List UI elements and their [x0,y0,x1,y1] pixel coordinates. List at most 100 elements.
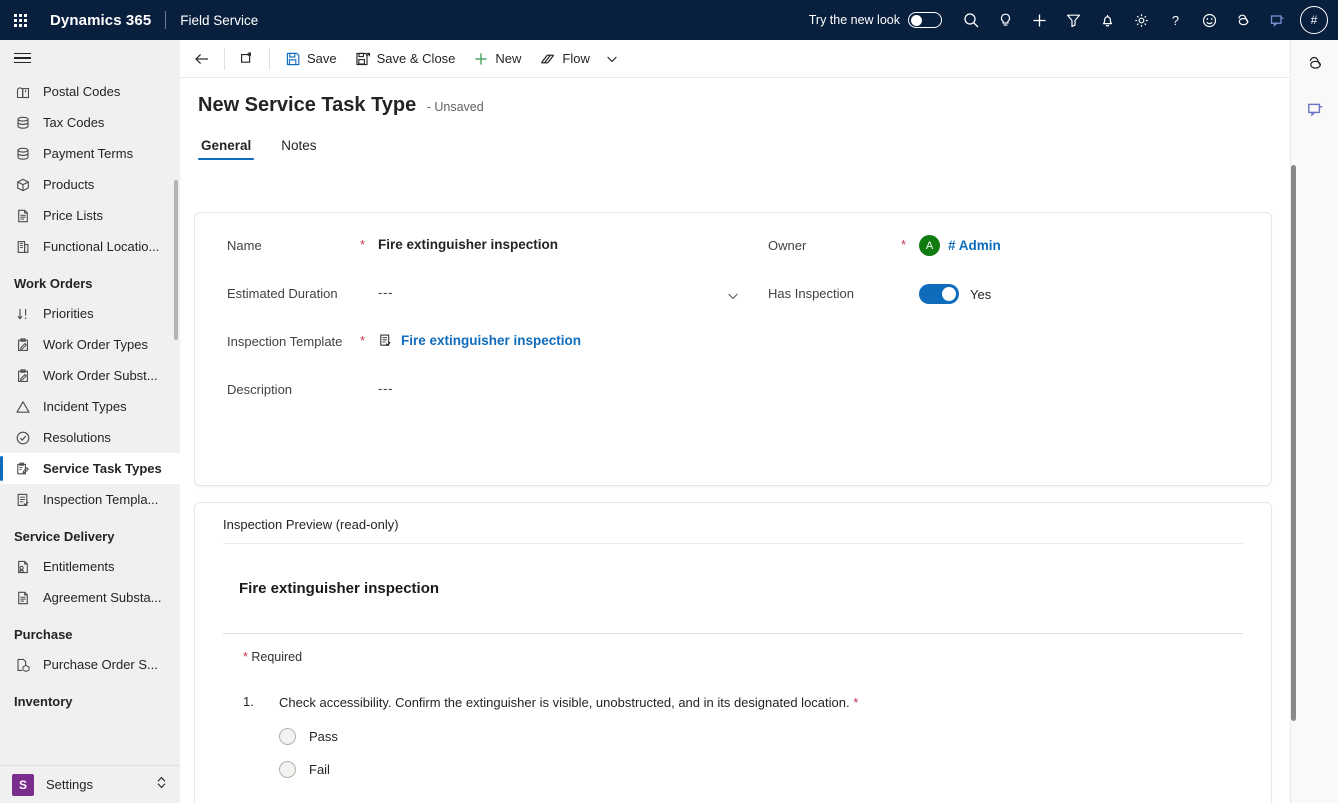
required-indicator: * [901,237,907,252]
owner-name: # Admin [948,238,1001,253]
user-avatar[interactable]: # [1300,6,1328,34]
save-icon [285,51,301,67]
database-icon [14,145,32,163]
box-icon [14,176,32,194]
has-inspection-toggle[interactable] [919,284,959,304]
main-content: Save Save & Close New Flow New Service T… [180,40,1290,803]
app-name[interactable]: Field Service [180,13,258,28]
sidebar-item-label: Work Order Types [43,337,148,352]
estimated-duration-value[interactable]: --- [378,283,740,300]
inspection-question: 2. Write down the fire extinguisher's se… [219,778,1247,803]
sidebar-item-purchase-order-substatuses[interactable]: Purchase Order S... [0,649,180,680]
save-button[interactable]: Save [276,43,346,75]
field-label: Has Inspection [768,286,854,301]
sidebar-item-work-order-substatuses[interactable]: Work Order Subst... [0,360,180,391]
warning-icon [14,398,32,416]
new-button[interactable]: New [464,43,530,75]
command-divider [224,47,225,70]
sidebar-item-label: Work Order Subst... [43,368,158,383]
sidebar-item-agreement-substatuses[interactable]: Agreement Substa... [0,582,180,613]
plus-icon[interactable] [1022,0,1056,40]
sidebar-item-service-task-types[interactable]: Service Task Types [0,453,180,484]
lightbulb-icon[interactable] [988,0,1022,40]
question-icon[interactable]: ? [1158,0,1192,40]
name-value[interactable]: Fire extinguisher inspection [378,235,558,252]
gear-icon[interactable] [1124,0,1158,40]
left-sidebar: Postal Codes Tax Codes Payment Terms Pro… [0,40,180,803]
new-label: New [495,51,522,66]
question-number: 1. [243,694,254,709]
checklist-icon [14,491,32,509]
flow-button[interactable]: Flow [530,43,598,75]
sidebar-item-products[interactable]: Products [0,169,180,200]
field-description: Description --- [227,379,740,427]
app-launcher-icon[interactable] [0,0,40,40]
chevron-down-icon[interactable] [726,289,740,308]
inspection-preview-header: Inspection Preview (read-only) [223,503,1243,544]
bell-icon[interactable] [1090,0,1124,40]
hamburger-menu-icon[interactable] [0,40,180,76]
save-and-close-button[interactable]: Save & Close [346,43,465,75]
new-look-toggle[interactable] [908,12,942,28]
sidebar-item-postal-codes[interactable]: Postal Codes [0,76,180,107]
flow-label: Flow [562,51,590,66]
search-icon[interactable] [954,0,988,40]
sidebar-item-work-order-types[interactable]: Work Order Types [0,329,180,360]
radio-option-pass[interactable]: Pass [279,727,1247,745]
sidebar-group-service-delivery: Service Delivery [14,529,115,544]
field-label: Estimated Duration [227,286,338,301]
owner-value[interactable]: A # Admin [919,235,1001,256]
field-owner: Owner * A # Admin [768,235,1170,283]
chevron-updown-icon [155,775,168,795]
flow-icon [539,51,556,67]
sidebar-area-switcher[interactable]: S Settings [0,765,180,803]
main-scrollbar[interactable] [1291,165,1296,721]
popout-button[interactable] [231,43,263,75]
entitlement-icon [14,558,32,576]
inspection-preview-body: Fire extinguisher inspection * Required … [195,544,1271,803]
inspection-preview-card: Inspection Preview (read-only) Fire exti… [194,502,1272,803]
radio-button[interactable] [279,760,296,778]
command-bar: Save Save & Close New Flow [180,40,1290,78]
right-rail [1290,40,1338,803]
copilot-icon[interactable] [1226,0,1260,40]
filter-icon[interactable] [1056,0,1090,40]
sidebar-item-incident-types[interactable]: Incident Types [0,391,180,422]
sidebar-item-priorities[interactable]: Priorities [0,298,180,329]
save-and-close-label: Save & Close [376,51,456,66]
sidebar-item-resolutions[interactable]: Resolutions [0,422,180,453]
sidebar-item-entitlements[interactable]: Entitlements [0,551,180,582]
back-button[interactable] [186,43,218,75]
sidebar-group-inventory: Inventory [14,694,73,709]
sidebar-scrollbar[interactable] [174,180,178,340]
radio-option-fail[interactable]: Fail [279,760,1247,778]
radio-button[interactable] [279,727,296,745]
required-indicator [360,283,378,285]
tab-general[interactable]: General [198,138,255,160]
sidebar-item-tax-codes[interactable]: Tax Codes [0,107,180,138]
top-bar-actions: Try the new look ? # [809,0,1338,40]
inspection-title: Fire extinguisher inspection [239,580,440,597]
copilot-icon[interactable] [1291,40,1338,86]
sort-icon [14,305,32,323]
sidebar-item-price-lists[interactable]: Price Lists [0,200,180,231]
form-column-right: Owner * A # Admin Has Inspection Yes [740,235,1170,427]
chat-assist-icon[interactable] [1291,86,1338,132]
top-navigation-bar: Dynamics 365 Field Service Try the new l… [0,0,1338,40]
sidebar-item-payment-terms[interactable]: Payment Terms [0,138,180,169]
required-legend-label: Required [251,650,303,664]
command-overflow-chevron-down-icon[interactable] [599,43,625,75]
radio-label: Pass [309,728,338,744]
sidebar-item-inspection-templates[interactable]: Inspection Templa... [0,484,180,515]
description-value[interactable]: --- [378,379,393,396]
required-indicator [360,379,378,381]
brand-title[interactable]: Dynamics 365 [50,12,151,29]
tab-notes[interactable]: Notes [278,138,319,160]
sidebar-item-functional-locations[interactable]: Functional Locatio... [0,231,180,262]
page-title: New Service Task Type [198,94,417,116]
field-estimated-duration: Estimated Duration --- [227,283,740,331]
save-label: Save [307,51,337,66]
inspection-template-link[interactable]: Fire extinguisher inspection [378,331,581,348]
chat-icon[interactable] [1260,0,1294,40]
smiley-icon[interactable] [1192,0,1226,40]
